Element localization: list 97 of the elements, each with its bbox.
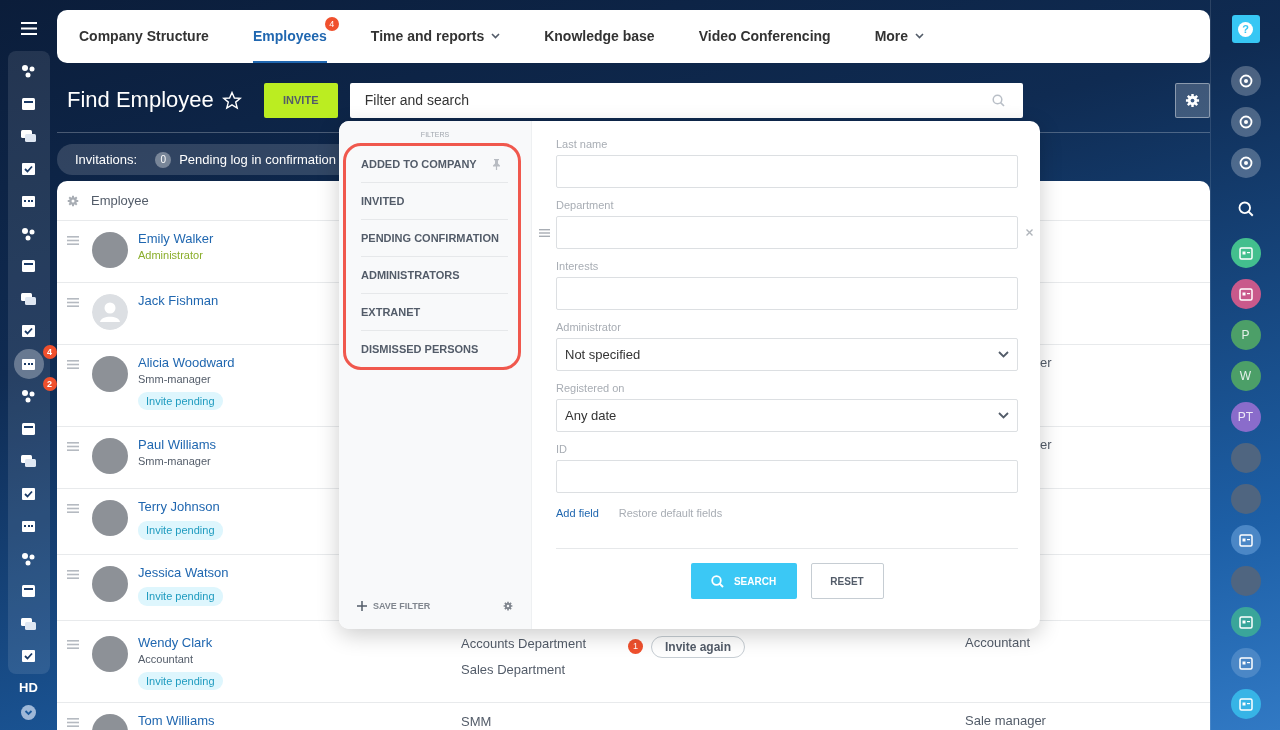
avatar-photo-placeholder [92,232,128,268]
job-title-text: er [1039,437,1052,452]
avatar-photo-placeholder [92,500,128,536]
field-label: Administrator [556,321,622,333]
nav-tab[interactable]: Time and reports [370,10,501,63]
employee-name-link[interactable]: Paul Williams [138,438,216,453]
chevron-down-icon [998,351,1009,358]
help-icon: ? [1238,21,1253,37]
nav-tab[interactable]: Company Structure [79,10,209,63]
text-input-field[interactable] [556,216,1018,249]
nav-label[interactable]: HD [19,679,38,695]
nav-tab[interactable]: Video Conferencing [698,10,831,63]
filter-preset[interactable]: PENDING CONFIRMATION [361,220,508,257]
drag-handle-icon[interactable] [67,570,79,579]
filter-preset[interactable]: EXTRANET [361,294,508,331]
dropdown-field[interactable]: Not specified [556,338,1018,371]
search-icon [710,574,724,588]
text-input-field[interactable] [556,155,1018,188]
filter-preset[interactable]: DISMISSED PERSONS [361,331,508,367]
invite-button[interactable]: INVITE [263,82,338,118]
add-field-link[interactable]: Add field [556,507,599,519]
invite-pending-tag: Invite pending [138,586,223,606]
field-label: ID [556,443,568,455]
window-icon[interactable] [21,96,36,111]
drag-handle-icon[interactable] [67,718,79,727]
save-filter-link[interactable]: SAVE FILTER [357,601,431,611]
user-avatar[interactable]: PT [1230,402,1261,432]
invitation-status-link[interactable]: Pending log in confirmation [179,152,336,167]
notification-badge: 2 [42,377,57,391]
text-input-field[interactable] [556,277,1018,310]
search-field[interactable]: Filter and search [349,82,1023,118]
filter-preset[interactable]: INVITED [361,183,508,220]
checkbox-icon[interactable] [21,161,36,176]
employee-position: Smm-manager [138,454,211,468]
department-text: Sales Department [461,662,567,678]
field-label: Interests [556,260,600,272]
employee-name-link[interactable]: Jessica Watson [138,566,229,581]
text-input-field[interactable] [556,460,1018,493]
chevron-down-icon[interactable] [21,704,36,720]
nav-tab[interactable]: Employees [252,10,327,63]
page-title: Find Employee [67,87,214,113]
invite-pending-tag: Invite pending [138,520,223,540]
star-icon[interactable] [221,90,242,110]
reset-button[interactable]: RESET [810,563,884,599]
job-title-text: Sale manager [965,713,1046,728]
employee-name-link[interactable]: Alicia Woodward [138,356,235,371]
department-text: Accounts Department [461,637,587,652]
invitations-label: Invitations: [75,152,138,167]
column-header[interactable]: Employee [91,193,149,208]
avatar-photo-placeholder [92,566,128,602]
nav-tab[interactable]: Knowledge base [544,10,655,63]
job-title-text: er [1039,355,1052,370]
settings-button[interactable] [1175,82,1210,118]
employee-position: Administrator [138,248,203,262]
field-label: Registered on [556,382,626,394]
employee-name-link[interactable]: Tom Williams [138,714,215,729]
employee-name-link[interactable]: Emily Walker [138,232,214,247]
default-avatar-icon [92,294,128,330]
chevron-down-icon [998,412,1009,419]
avatar-photo-placeholder [92,356,128,392]
dropdown-field[interactable]: Any date [556,399,1018,432]
filter-preset[interactable]: ADMINISTRATORS [361,257,508,294]
drag-handle-icon[interactable] [539,228,550,237]
avatar-photo-placeholder [92,438,128,474]
drag-handle-icon[interactable] [67,442,79,451]
dots-icon[interactable] [21,64,36,78]
menu-icon[interactable] [20,22,37,35]
settings-icon [1185,92,1200,108]
field-label: Department [556,199,615,211]
department-text: SMM [461,715,493,730]
employee-name-link[interactable]: Terry Johnson [138,500,220,515]
search-icon [991,93,1005,107]
job-title-text: Accountant [965,635,1031,650]
selected-nav-item[interactable] [13,348,44,379]
drag-handle-icon[interactable] [67,360,79,369]
nav-tab[interactable]: More [874,10,925,63]
invite-again-button[interactable]: Invite again [651,636,746,658]
drag-handle-icon[interactable] [67,504,79,513]
count-badge: 0 [155,151,172,168]
invite-pending-tag: Invite pending [138,671,223,691]
counter-badge: 1 [628,639,643,654]
search-icon[interactable] [1237,201,1254,217]
notification-badge: 4 [42,344,57,359]
settings-icon[interactable] [503,601,513,611]
counter-badge: 4 [324,17,339,31]
employee-name-link[interactable]: Jack Fishman [138,294,219,309]
employee-position: Smm-manager [138,372,211,386]
employee-position: Accountant [138,652,194,666]
drag-handle-icon[interactable] [67,298,79,307]
filter-preset[interactable]: ADDED TO COMPANY [361,146,508,183]
invite-pending-tag: Invite pending [138,391,223,411]
field-label: Last name [556,138,609,150]
drag-handle-icon[interactable] [67,236,79,245]
avatar-photo-placeholder [92,636,128,672]
drag-handle-icon[interactable] [67,640,79,649]
plus-icon [357,601,367,611]
employee-name-link[interactable]: Wendy Clark [138,636,213,651]
